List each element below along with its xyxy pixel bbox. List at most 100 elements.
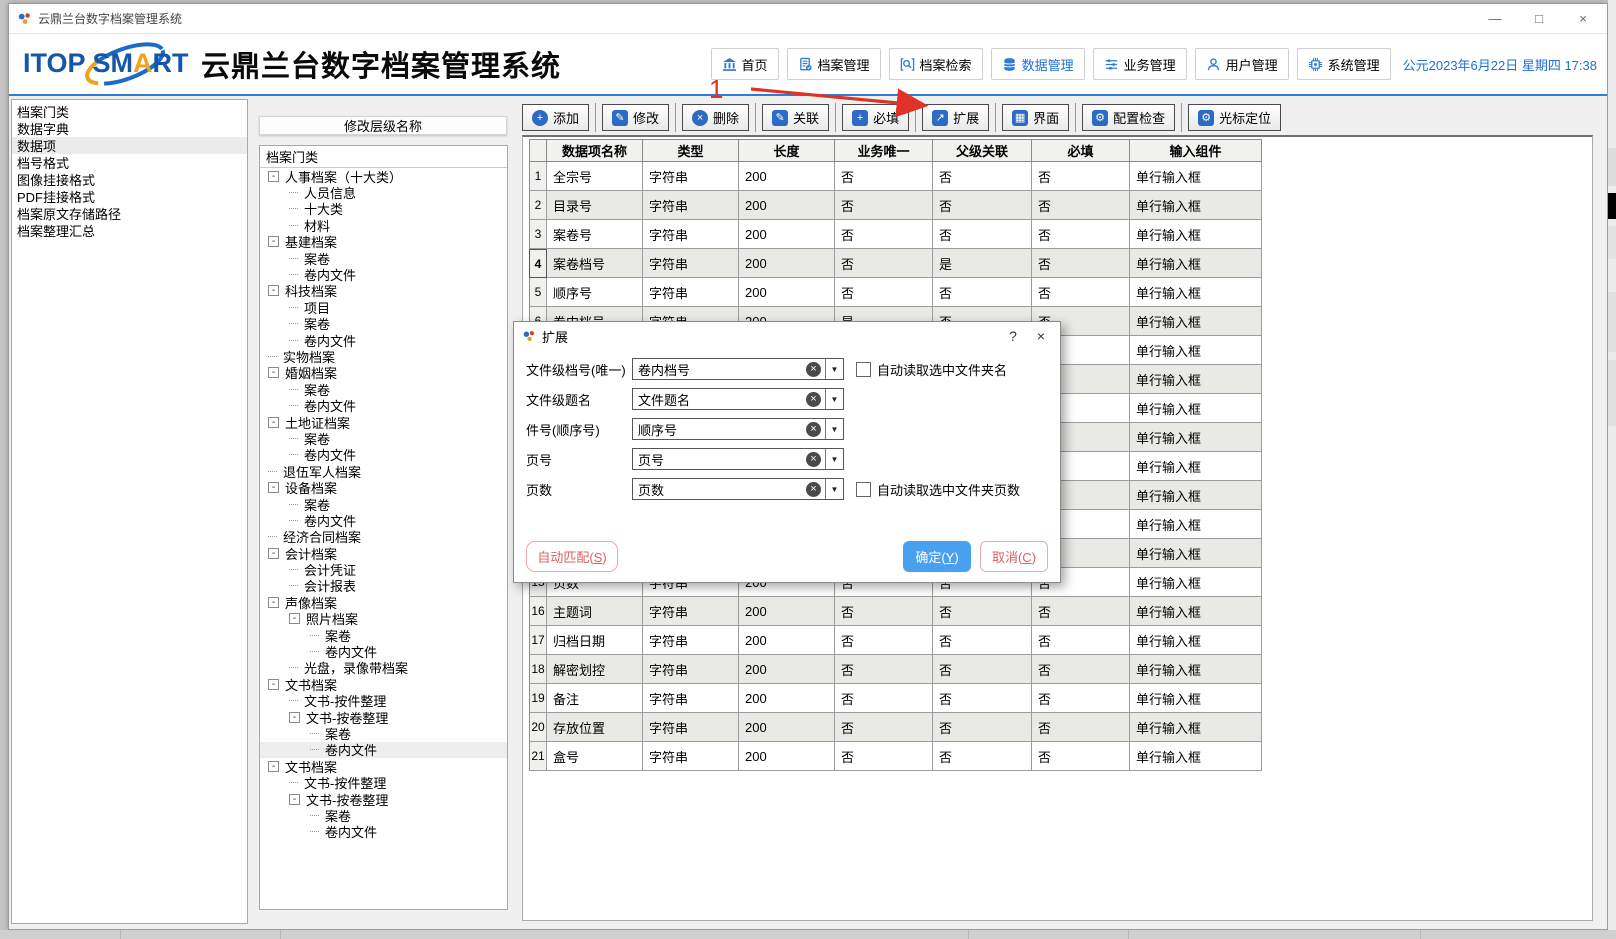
tree-node[interactable]: 案卷 [260,725,507,741]
sidebar-item-pdf-attach-format[interactable]: PDF挂接格式 [12,188,247,205]
nav-business-management[interactable]: 业务管理 [1093,48,1187,80]
tree-node[interactable]: 十大类 [260,201,507,217]
tree-node[interactable]: 卷内文件 [260,643,507,659]
auto-read-folder-name-checkbox[interactable]: 自动读取选中文件夹名 [856,360,1007,379]
row-number-cell[interactable]: 1 [529,162,547,191]
tree-node[interactable]: 人员信息 [260,184,507,200]
tree-node[interactable]: 案卷 [260,807,507,823]
tree-node[interactable]: 案卷 [260,316,507,332]
table-row[interactable]: 21盒号字符串200否否否单行输入框 [529,742,1262,771]
config-check-button[interactable]: ⚙配置检查 [1082,104,1175,131]
tree-node[interactable]: 退伍军人档案 [260,463,507,479]
row-number-cell[interactable]: 19 [529,684,547,713]
table-row[interactable]: 20存放位置字符串200否否否单行输入框 [529,713,1262,742]
tree-node[interactable]: -文书-按卷整理 [260,791,507,807]
nav-data-management[interactable]: 数据管理 [991,48,1085,80]
tree-node[interactable]: -设备档案 [260,479,507,495]
sidebar-item-original-storage-path[interactable]: 档案原文存储路径 [12,205,247,222]
table-row[interactable]: 3案卷号字符串200否否否单行输入框 [529,220,1262,249]
tree-collapse-icon[interactable]: - [289,794,300,805]
tree-node[interactable]: 卷内文件 [260,332,507,348]
tree-collapse-icon[interactable]: - [268,367,279,378]
ok-button[interactable]: 确定(Y) [903,541,971,572]
tree-collapse-icon[interactable]: - [268,548,279,559]
table-row[interactable]: 2目录号字符串200否否否单行输入框 [529,191,1262,220]
tree-node[interactable]: 光盘，录像带档案 [260,660,507,676]
tree-collapse-icon[interactable]: - [268,236,279,247]
table-row[interactable]: 17归档日期字符串200否否否单行输入框 [529,626,1262,655]
tree-collapse-icon[interactable]: - [268,482,279,493]
tree-node[interactable]: 会计报表 [260,578,507,594]
tree-node[interactable]: 案卷 [260,250,507,266]
sidebar-item-archive-categories[interactable]: 档案门类 [12,103,247,120]
row-number-cell[interactable]: 17 [529,626,547,655]
page-count-combobox[interactable]: 页数×▼ [632,478,844,500]
tree-node[interactable]: 材料 [260,217,507,233]
item-number-combobox[interactable]: 顺序号×▼ [632,418,844,440]
tree-collapse-icon[interactable]: - [289,613,300,624]
tree-collapse-icon[interactable]: - [268,417,279,428]
row-number-cell[interactable]: 4 [529,249,547,278]
modify-button[interactable]: ✎修改 [602,104,669,131]
tree-node[interactable]: 案卷 [260,381,507,397]
tree-collapse-icon[interactable]: - [268,679,279,690]
tree-collapse-icon[interactable]: - [289,712,300,723]
tree-node[interactable]: -文书档案 [260,758,507,774]
tree-node[interactable]: 文书-按件整理 [260,774,507,790]
tree-node[interactable]: 卷内文件 [260,447,507,463]
dropdown-arrow-icon[interactable]: ▼ [825,419,843,439]
table-row[interactable]: 19备注字符串200否否否单行输入框 [529,684,1262,713]
tree-node[interactable]: 经济合同档案 [260,529,507,545]
dropdown-arrow-icon[interactable]: ▼ [825,389,843,409]
tree-node[interactable]: 卷内文件 [260,824,507,840]
dropdown-arrow-icon[interactable]: ▼ [825,479,843,499]
tree-node[interactable]: -科技档案 [260,283,507,299]
tree-node[interactable]: 案卷 [260,430,507,446]
minimize-button[interactable]: — [1473,4,1517,32]
tree-node[interactable]: 卷内文件 [260,742,507,758]
tree-node[interactable]: 卷内文件 [260,512,507,528]
clear-icon[interactable]: × [806,482,821,497]
clear-icon[interactable]: × [806,422,821,437]
clear-icon[interactable]: × [806,452,821,467]
table-row[interactable]: 16主题词字符串200否否否单行输入框 [529,597,1262,626]
tree-collapse-icon[interactable]: - [268,761,279,772]
tree-node[interactable]: 卷内文件 [260,266,507,282]
tree-node[interactable]: -会计档案 [260,545,507,561]
tree-collapse-icon[interactable]: - [268,597,279,608]
table-row[interactable]: 4案卷档号字符串200否是否单行输入框 [529,249,1262,278]
sidebar-item-data-dictionary[interactable]: 数据字典 [12,120,247,137]
nav-user-management[interactable]: 用户管理 [1195,48,1289,80]
close-button[interactable]: × [1561,4,1605,32]
cursor-locate-button[interactable]: ⚙光标定位 [1188,104,1281,131]
tree-node[interactable]: 项目 [260,299,507,315]
row-number-cell[interactable]: 16 [529,597,547,626]
dialog-help-button[interactable]: ? [1002,325,1024,347]
tree-node[interactable]: -婚姻档案 [260,365,507,381]
tree-node[interactable]: 案卷 [260,496,507,512]
tree-node[interactable]: -人事档案（十大类） [260,168,507,184]
tree-node[interactable]: -照片档案 [260,611,507,627]
tree-collapse-icon[interactable]: - [268,171,279,182]
row-number-cell[interactable]: 21 [529,742,547,771]
row-number-cell[interactable]: 18 [529,655,547,684]
clear-icon[interactable]: × [806,392,821,407]
tree-node[interactable]: -文书档案 [260,676,507,692]
table-row[interactable]: 18解密划控字符串200否否否单行输入框 [529,655,1262,684]
table-row[interactable]: 1全宗号字符串200否否否单行输入框 [529,162,1262,191]
tree-node[interactable]: 案卷 [260,627,507,643]
table-row[interactable]: 5顺序号字符串200否否否单行输入框 [529,278,1262,307]
nav-system-management[interactable]: 系统管理 [1297,48,1391,80]
dialog-close-icon[interactable]: × [1030,325,1052,347]
sidebar-item-archive-number-format[interactable]: 档号格式 [12,154,247,171]
tree-node[interactable]: 实物档案 [260,348,507,364]
page-number-combobox[interactable]: 页号×▼ [632,448,844,470]
sidebar-item-data-items[interactable]: 数据项 [12,137,247,154]
maximize-button[interactable]: □ [1517,4,1561,32]
dropdown-arrow-icon[interactable]: ▼ [825,449,843,469]
file-level-number-combobox[interactable]: 卷内档号×▼ [632,358,844,380]
tree-node[interactable]: -文书-按卷整理 [260,709,507,725]
row-number-cell[interactable]: 3 [529,220,547,249]
tree-node[interactable]: 卷内文件 [260,397,507,413]
tree-node[interactable]: -土地证档案 [260,414,507,430]
